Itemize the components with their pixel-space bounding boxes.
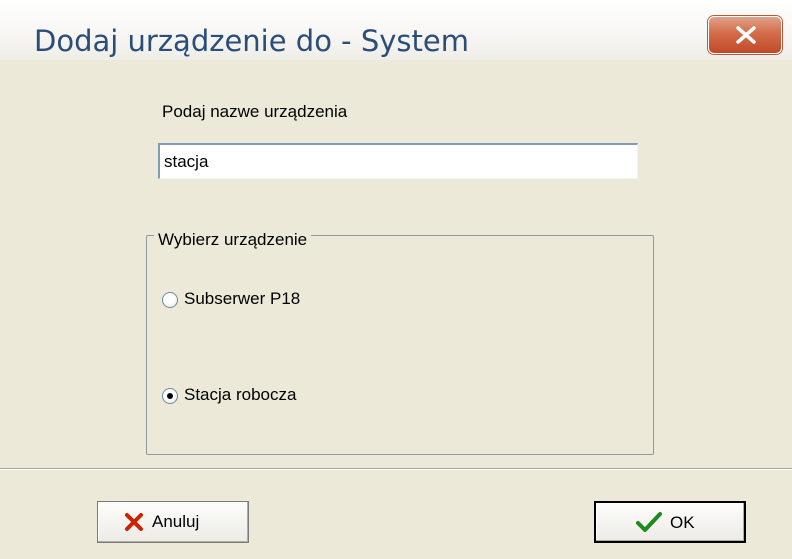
device-name-label: Podaj nazwe urządzenia <box>162 102 348 121</box>
option-subserwer-label[interactable]: Subserwer P18 <box>184 289 300 309</box>
radio-subserwer[interactable] <box>162 292 178 308</box>
cancel-button[interactable]: Anuluj <box>97 501 249 543</box>
button-bar-separator <box>0 468 792 470</box>
window-title: Dodaj urządzenie do - System <box>34 24 469 58</box>
ok-button[interactable]: OK <box>594 501 746 543</box>
radio-selected-dot <box>167 393 173 399</box>
device-type-group <box>146 235 654 455</box>
title-bar[interactable]: Dodaj urządzenie do - System <box>0 0 792 61</box>
checkmark-icon <box>636 512 662 532</box>
cancel-label: Anuluj <box>152 512 200 531</box>
ok-label: OK <box>670 513 695 532</box>
radio-stacja-robocza[interactable] <box>162 388 178 404</box>
x-icon <box>125 513 143 531</box>
device-type-legend: Wybierz urządzenie <box>154 230 312 250</box>
dialog-window: Dodaj urządzenie do - System Podaj nazwe… <box>0 0 792 559</box>
option-stacja-robocza-label[interactable]: Stacja robocza <box>184 385 296 405</box>
device-name-input[interactable] <box>158 143 638 179</box>
close-button[interactable] <box>708 16 782 54</box>
close-icon <box>736 26 756 44</box>
